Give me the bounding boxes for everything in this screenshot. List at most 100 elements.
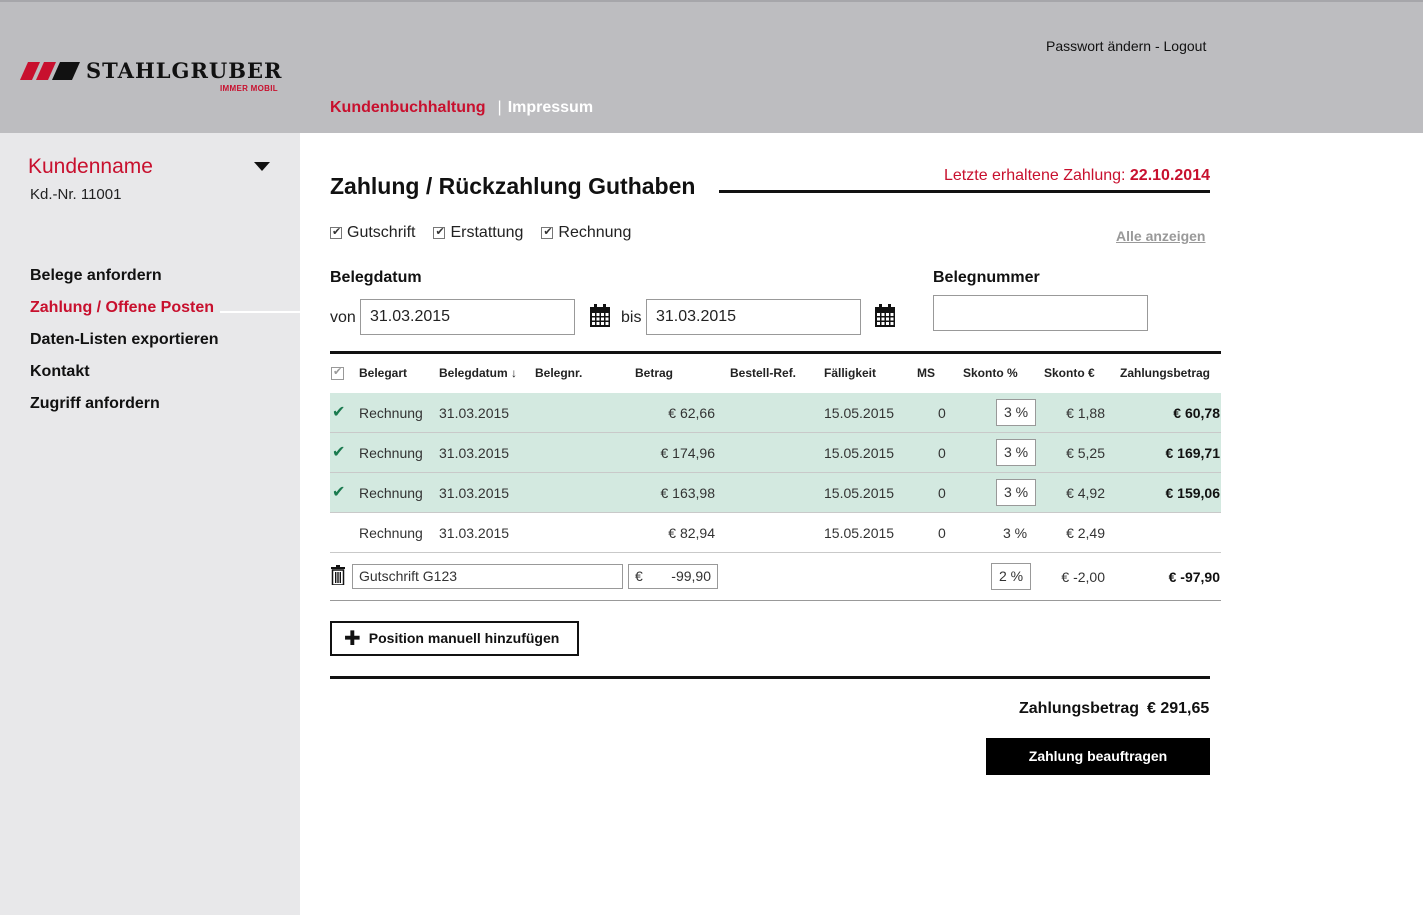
cell-betrag: € 62,66 xyxy=(668,405,715,421)
cell-belegdatum: 31.03.2015 xyxy=(439,445,510,461)
app-header: STAHLGRUBER IMMER MOBIL Passwort ändern … xyxy=(0,0,1423,133)
change-password-link[interactable]: Passwort ändern xyxy=(1046,38,1151,54)
logo-tagline: IMMER MOBIL xyxy=(220,84,278,93)
add-position-label: Position manuell hinzufügen xyxy=(368,630,560,646)
sidebar-item-kontakt[interactable]: Kontakt xyxy=(30,362,218,394)
summary-divider xyxy=(330,676,1210,679)
col-header-ms[interactable]: MS xyxy=(917,366,935,380)
col-header-zahlungsbetrag[interactable]: Zahlungsbetrag xyxy=(1120,366,1210,380)
sidebar-item-zugriff-anfordern[interactable]: Zugriff anfordern xyxy=(30,394,218,426)
check-icon[interactable]: ✔ xyxy=(332,442,345,462)
cell-faelligkeit: 15.05.2015 xyxy=(824,445,895,461)
col-header-betrag[interactable]: Betrag xyxy=(635,366,673,380)
table-row[interactable]: Rechnung 31.03.2015 € 82,94 15.05.2015 0… xyxy=(330,513,1221,553)
logo-wordmark: STAHLGRUBER xyxy=(86,58,283,83)
von-label: von xyxy=(330,309,356,326)
cell-ms: 0 xyxy=(938,405,946,421)
payment-total-value: € 291,65 xyxy=(1147,700,1210,717)
table-row[interactable]: ✔ Rechnung 31.03.2015 € 174,96 15.05.201… xyxy=(330,433,1221,473)
cell-belegdatum: 31.03.2015 xyxy=(439,405,510,421)
active-item-indicator xyxy=(220,311,300,313)
rechnung-checkbox[interactable] xyxy=(541,225,554,239)
cell-belegart: Rechnung xyxy=(359,445,423,461)
filter-label: Gutschrift xyxy=(347,224,416,241)
cell-ms: 0 xyxy=(938,525,946,541)
cell-zahlungsbetrag: € 169,71 xyxy=(1165,445,1221,461)
col-header-skonto-pct[interactable]: Skonto % xyxy=(963,366,1018,380)
col-header-faelligkeit[interactable]: Fälligkeit xyxy=(824,366,876,380)
amount-value: -99,90 xyxy=(671,568,711,584)
main-nav: Kundenbuchhaltung | Impressum xyxy=(330,99,593,117)
col-header-belegnr[interactable]: Belegnr. xyxy=(535,366,582,380)
nav-impressum[interactable]: Impressum xyxy=(508,99,593,116)
check-icon[interactable]: ✔ xyxy=(332,402,345,422)
cell-skonto-eur: € 1,88 xyxy=(1066,405,1105,421)
col-header-belegart[interactable]: Belegart xyxy=(359,366,407,380)
filter-label: Rechnung xyxy=(558,224,632,241)
filter-erstattung[interactable]: Erstattung xyxy=(433,224,523,242)
filter-label: Erstattung xyxy=(450,224,524,241)
cell-belegdatum: 31.03.2015 xyxy=(439,485,510,501)
cell-zahlungsbetrag: € -97,90 xyxy=(1168,569,1220,585)
cell-skonto-eur: € 2,49 xyxy=(1066,525,1105,541)
sidebar-item-daten-listen-exportieren[interactable]: Daten-Listen exportieren xyxy=(30,330,218,362)
last-payment-date: 22.10.2014 xyxy=(1129,167,1210,184)
calendar-icon[interactable] xyxy=(874,304,896,328)
add-position-button[interactable]: ✚ Position manuell hinzufügen xyxy=(330,621,579,656)
cell-ms: 0 xyxy=(938,445,946,461)
cell-betrag: € 82,94 xyxy=(668,525,715,541)
col-header-bestell-ref[interactable]: Bestell-Ref. xyxy=(730,366,796,380)
order-payment-button[interactable]: Zahlung beauftragen xyxy=(986,738,1210,775)
logout-link[interactable]: Logout xyxy=(1164,38,1207,54)
erstattung-checkbox[interactable] xyxy=(433,225,446,239)
skonto-pct-input[interactable]: 3 % xyxy=(996,399,1036,426)
cell-faelligkeit: 15.05.2015 xyxy=(824,405,895,421)
cell-skonto-eur: € 4,92 xyxy=(1066,485,1105,501)
cell-belegdatum: 31.03.2015 xyxy=(439,525,510,541)
skonto-pct-input[interactable]: 3 % xyxy=(996,439,1036,466)
table-top-rule xyxy=(330,351,1221,354)
calendar-icon[interactable] xyxy=(589,304,611,328)
skonto-pct-input[interactable]: 3 % xyxy=(996,479,1036,506)
check-icon[interactable]: ✔ xyxy=(332,482,345,502)
cell-ms: 0 xyxy=(938,485,946,501)
currency-symbol: € xyxy=(635,568,643,584)
trash-icon[interactable] xyxy=(331,565,345,585)
col-header-belegdatum[interactable]: Belegdatum ↓ xyxy=(439,366,517,380)
cell-zahlungsbetrag: € 60,78 xyxy=(1173,405,1220,421)
select-all-checkbox[interactable] xyxy=(331,365,344,380)
col-header-skonto-eur[interactable]: Skonto € xyxy=(1044,366,1095,380)
plus-icon: ✚ xyxy=(344,628,361,650)
sidebar: Kundenname Kd.-Nr. 11001 Belege anforder… xyxy=(0,133,300,915)
belegnummer-input[interactable] xyxy=(933,295,1148,331)
skonto-pct-input[interactable]: 2 % xyxy=(991,563,1031,590)
filter-gutschrift[interactable]: Gutschrift xyxy=(330,224,415,242)
cell-betrag: € 174,96 xyxy=(660,445,716,461)
sidebar-menu: Belege anfordern Zahlung / Offene Posten… xyxy=(30,266,218,426)
sidebar-item-zahlung-offene-posten[interactable]: Zahlung / Offene Posten xyxy=(30,298,218,330)
filter-rechnung[interactable]: Rechnung xyxy=(541,224,631,242)
date-from-input[interactable]: 31.03.2015 xyxy=(360,299,575,335)
stahlgruber-logo[interactable]: STAHLGRUBER IMMER MOBIL xyxy=(20,58,283,98)
belegdatum-label: Belegdatum xyxy=(330,269,422,286)
nav-kundenbuchhaltung[interactable]: Kundenbuchhaltung xyxy=(330,99,486,116)
last-payment-label: Letzte erhaltene Zahlung: xyxy=(944,167,1130,184)
position-amount-input[interactable]: € -99,90 xyxy=(628,564,718,589)
cell-skonto-eur: € -2,00 xyxy=(1061,569,1105,585)
cell-faelligkeit: 15.05.2015 xyxy=(824,485,895,501)
gutschrift-checkbox[interactable] xyxy=(330,225,342,239)
customer-name: Kundenname xyxy=(28,155,153,178)
sidebar-item-belege-anfordern[interactable]: Belege anfordern xyxy=(30,266,218,298)
title-divider xyxy=(719,190,1210,193)
cell-betrag: € 163,98 xyxy=(660,485,716,501)
cell-faelligkeit: 15.05.2015 xyxy=(824,525,895,541)
type-filters: Gutschrift Erstattung Rechnung xyxy=(330,224,631,242)
customer-dropdown-icon[interactable] xyxy=(254,162,270,171)
table-row[interactable]: ✔ Rechnung 31.03.2015 € 163,98 15.05.201… xyxy=(330,473,1221,513)
logo-stripes-icon xyxy=(20,62,80,80)
table-row[interactable]: ✔ Rechnung 31.03.2015 € 62,66 15.05.2015… xyxy=(330,393,1221,433)
position-name-input[interactable]: Gutschrift G123 xyxy=(352,564,623,589)
show-all-link[interactable]: Alle anzeigen xyxy=(1116,228,1205,244)
date-to-input[interactable]: 31.03.2015 xyxy=(646,299,861,335)
payment-total-label: Zahlungsbetrag xyxy=(1019,700,1140,717)
